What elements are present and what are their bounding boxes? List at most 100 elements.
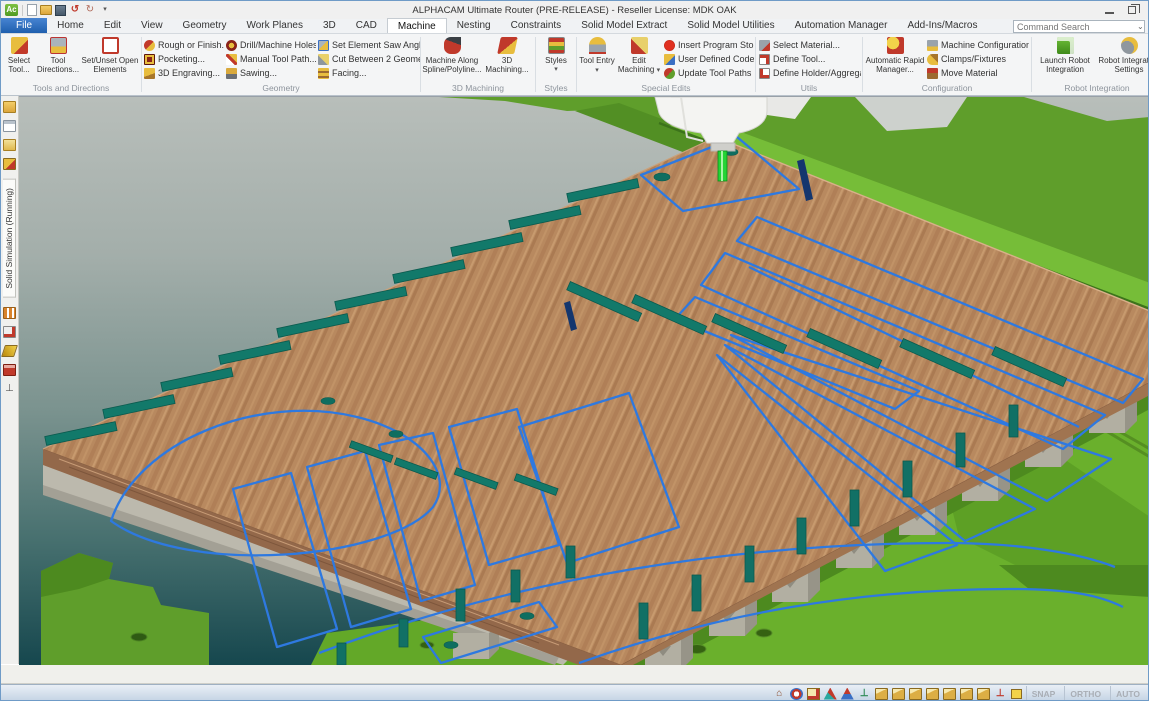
tab-constraints[interactable]: Constraints xyxy=(501,18,572,33)
3d-viewport[interactable] xyxy=(19,96,1149,664)
home-view-icon[interactable]: ⌂ xyxy=(773,688,786,700)
origin-icon[interactable]: ⊥ xyxy=(3,383,16,395)
tab-solid-model-utilities[interactable]: Solid Model Utilities xyxy=(677,18,784,33)
pocketing-icon xyxy=(144,54,155,65)
open-folder-icon[interactable] xyxy=(3,139,16,151)
set-element-saw-angle-button[interactable]: Set Element Saw Angle xyxy=(316,38,420,52)
group-3d-machining: Machine Along Spline/Polyline... 3D Mach… xyxy=(421,34,535,95)
program-stop-icon xyxy=(664,40,675,51)
define-tool-button[interactable]: Define Tool... xyxy=(757,52,861,66)
calculator-icon[interactable] xyxy=(3,364,16,376)
collet xyxy=(711,143,735,151)
tab-solid-model-extract[interactable]: Solid Model Extract xyxy=(571,18,677,33)
styles-button[interactable]: Styles ▾ xyxy=(537,34,575,82)
facing-button[interactable]: Facing... xyxy=(316,66,420,80)
define-holder-aggregate-button[interactable]: Define Holder/Aggregate... xyxy=(757,66,861,80)
redo-icon[interactable]: ↻ xyxy=(84,4,96,16)
snap-toggle[interactable]: SNAP xyxy=(1026,686,1061,701)
rough-or-finish-button[interactable]: Rough or Finish... xyxy=(142,38,224,52)
ribbon: Select Tool... Tool Directions... Set/Un… xyxy=(1,34,1148,96)
select-tool-button[interactable]: Select Tool... xyxy=(1,34,37,82)
tab-file[interactable]: File xyxy=(1,18,47,33)
cut-between-2-geometries-button[interactable]: Cut Between 2 Geometries... xyxy=(316,52,420,66)
view-cube-iso4-icon[interactable] xyxy=(977,688,990,700)
customize-toolbar-chevron-icon[interactable]: ▾ xyxy=(99,4,111,16)
machine-along-spline-button[interactable]: Machine Along Spline/Polyline... xyxy=(423,34,481,82)
robot-integration-settings-button[interactable]: Robot Integration Settings xyxy=(1097,34,1148,82)
group-configuration: Automatic Rapid Manager... Machine Confi… xyxy=(863,34,1031,95)
undo-icon[interactable]: ↺ xyxy=(69,4,81,16)
select-material-button[interactable]: Select Material... xyxy=(757,38,861,52)
tab-edit[interactable]: Edit xyxy=(94,18,131,33)
user-defined-code-button[interactable]: User Defined Code xyxy=(662,52,754,66)
tab-add-ins-macros[interactable]: Add-Ins/Macros xyxy=(897,18,987,33)
manual-tool-path-icon xyxy=(226,54,237,65)
open-drawing-icon[interactable] xyxy=(3,101,16,113)
tool-library-icon[interactable] xyxy=(3,158,16,170)
layers-icon[interactable] xyxy=(3,307,16,319)
z-axis-pin-icon[interactable]: ⊥ xyxy=(994,688,1007,700)
work-plane-icon[interactable] xyxy=(1011,689,1022,699)
solid-simulation-tab[interactable]: Solid Simulation (Running) xyxy=(3,179,16,298)
machine-configuration-button[interactable]: Machine Configuration xyxy=(925,38,1029,52)
view-cube-iso2-icon[interactable] xyxy=(943,688,956,700)
tab-cad[interactable]: CAD xyxy=(346,18,387,33)
set-unset-open-elements-button[interactable]: Set/Unset Open Elements xyxy=(79,34,141,82)
zoom-window-icon[interactable] xyxy=(807,688,820,700)
save-icon[interactable] xyxy=(55,5,66,16)
tab-geometry[interactable]: Geometry xyxy=(173,18,237,33)
view-cube-front-icon[interactable] xyxy=(892,688,905,700)
pocketing-button[interactable]: Pocketing... xyxy=(142,52,224,66)
manual-tool-path-button[interactable]: Manual Tool Path... xyxy=(224,52,316,66)
tab-home[interactable]: Home xyxy=(47,18,94,33)
edit-geometry-icon[interactable] xyxy=(1,345,18,357)
sheets-icon[interactable] xyxy=(3,326,16,338)
chevron-down-icon: ▾ xyxy=(554,65,558,74)
sawing-button[interactable]: Sawing... xyxy=(224,66,316,80)
insert-program-stop-button[interactable]: Insert Program Stop xyxy=(662,38,754,52)
command-bar[interactable] xyxy=(1,664,1148,684)
open-elements-icon xyxy=(102,37,119,54)
view-cube-iso1-icon[interactable] xyxy=(926,688,939,700)
command-search-input[interactable] xyxy=(1014,21,1137,32)
restore-icon[interactable] xyxy=(1128,6,1136,14)
3d-machining-button[interactable]: 3D Machining... xyxy=(481,34,533,82)
titlebar: Ac ↺ ↻ ▾ ALPHACAM Ultimate Router (PRE-R… xyxy=(1,1,1148,19)
drill-machine-holes-button[interactable]: Drill/Machine Holes xyxy=(224,38,316,52)
tab-3d[interactable]: 3D xyxy=(313,18,346,33)
axis-xyz-icon[interactable] xyxy=(841,688,854,700)
view-cube-side-icon[interactable] xyxy=(909,688,922,700)
tab-automation-manager[interactable]: Automation Manager xyxy=(785,18,898,33)
update-tool-paths-button[interactable]: Update Tool Paths xyxy=(662,66,754,80)
edit-machining-icon xyxy=(631,37,648,54)
tool-entry-button[interactable]: Tool Entry ▾ xyxy=(578,34,616,82)
auto-toggle[interactable]: AUTO xyxy=(1110,686,1145,701)
minimize-icon[interactable] xyxy=(1105,12,1114,14)
tab-work-planes[interactable]: Work Planes xyxy=(236,18,313,33)
alphacam-window: Ac ↺ ↻ ▾ ALPHACAM Ultimate Router (PRE-R… xyxy=(0,0,1149,701)
define-holder-icon xyxy=(759,68,770,79)
axis-z-icon[interactable]: ⊥ xyxy=(858,688,871,700)
3d-engraving-button[interactable]: 3D Engraving... xyxy=(142,66,224,80)
tool-directions-button[interactable]: Tool Directions... xyxy=(37,34,79,82)
orbit-view-icon[interactable] xyxy=(790,688,803,700)
clamps-fixtures-button[interactable]: Clamps/Fixtures xyxy=(925,52,1029,66)
tab-view[interactable]: View xyxy=(131,18,173,33)
ortho-toggle[interactable]: ORTHO xyxy=(1064,686,1106,701)
chevron-down-icon[interactable]: ⌄ xyxy=(1137,22,1146,31)
tab-nesting[interactable]: Nesting xyxy=(447,18,501,33)
move-material-button[interactable]: Move Material xyxy=(925,66,1029,80)
alphacam-logo-icon[interactable]: Ac xyxy=(5,4,18,16)
select-points-icon[interactable] xyxy=(824,688,837,700)
project-manager-icon[interactable] xyxy=(3,120,16,132)
new-file-icon[interactable] xyxy=(27,4,37,16)
view-cube-iso3-icon[interactable] xyxy=(960,688,973,700)
command-search[interactable]: ⌄ xyxy=(1013,20,1145,33)
automatic-rapid-manager-button[interactable]: Automatic Rapid Manager... xyxy=(865,34,925,82)
edit-machining-button[interactable]: Edit Machining ▾ xyxy=(616,34,662,82)
open-file-icon[interactable] xyxy=(40,5,52,15)
tab-machine[interactable]: Machine xyxy=(387,18,447,33)
view-cube-top-icon[interactable] xyxy=(875,688,888,700)
group-special-edits: Tool Entry ▾ Edit Machining ▾ Insert Pro… xyxy=(577,34,755,95)
launch-robot-integration-button[interactable]: Launch Robot Integration xyxy=(1033,34,1097,82)
